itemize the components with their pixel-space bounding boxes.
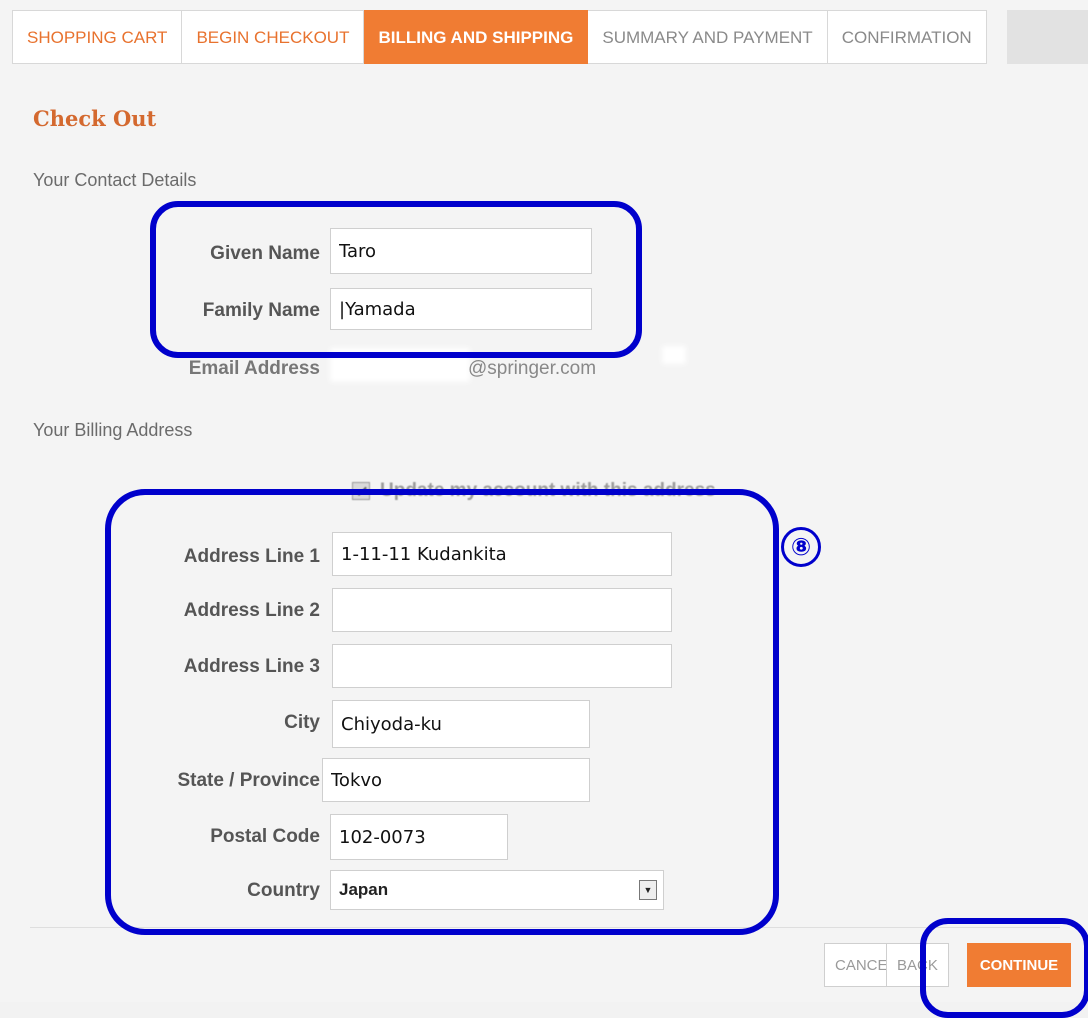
email-redaction — [330, 348, 470, 382]
address1-input[interactable] — [332, 532, 672, 576]
postal-code-input[interactable] — [330, 814, 508, 860]
country-label: Country — [247, 880, 320, 901]
step-summary-and-payment: SUMMARY AND PAYMENT — [588, 10, 828, 64]
address2-input[interactable] — [332, 588, 672, 632]
update-account-checkbox[interactable] — [352, 482, 370, 500]
email-value: @springer.com — [468, 358, 597, 379]
country-value: Japan — [339, 880, 389, 899]
highlight-contact-names — [150, 201, 642, 358]
checkout-steps: SHOPPING CART BEGIN CHECKOUT BILLING AND… — [12, 10, 987, 66]
step-number-marker: ⑧ — [781, 527, 821, 567]
family-name-input[interactable] — [330, 288, 592, 330]
steps-filler — [1007, 10, 1088, 64]
step-confirmation: CONFIRMATION — [827, 10, 987, 64]
postal-code-label: Postal Code — [210, 826, 320, 847]
continue-button[interactable]: CONTINUE — [967, 943, 1071, 987]
state-province-input[interactable] — [322, 758, 590, 802]
dropdown-arrow-icon[interactable]: ▼ — [639, 880, 657, 900]
step-begin-checkout[interactable]: BEGIN CHECKOUT — [182, 10, 365, 64]
update-account-label: Update my account with this address — [380, 480, 716, 501]
address2-label: Address Line 2 — [183, 600, 320, 621]
email-label: Email Address — [188, 358, 320, 379]
update-account-row[interactable]: Update my account with this address — [352, 480, 716, 502]
contact-section-heading: Your Contact Details — [33, 170, 197, 190]
state-province-label: State / Province — [177, 770, 320, 791]
page-title: Check Out — [33, 106, 157, 131]
footer-divider — [30, 927, 1060, 928]
billing-section-heading: Your Billing Address — [33, 420, 193, 440]
city-input[interactable] — [332, 700, 590, 748]
address3-label: Address Line 3 — [183, 656, 320, 677]
city-label: City — [284, 712, 320, 733]
step-shopping-cart[interactable]: SHOPPING CART — [12, 10, 183, 64]
address1-label: Address Line 1 — [183, 546, 320, 567]
address3-input[interactable] — [332, 644, 672, 688]
checkout-page: SHOPPING CART BEGIN CHECKOUT BILLING AND… — [0, 0, 1088, 1018]
family-name-label: Family Name — [202, 300, 320, 321]
country-select[interactable]: Japan ▼ — [330, 870, 664, 910]
email-redaction-2 — [662, 346, 686, 364]
back-button[interactable]: BACK — [886, 943, 949, 987]
given-name-input[interactable] — [330, 228, 592, 274]
given-name-label: Given Name — [210, 243, 320, 264]
step-billing-and-shipping[interactable]: BILLING AND SHIPPING — [364, 10, 589, 64]
